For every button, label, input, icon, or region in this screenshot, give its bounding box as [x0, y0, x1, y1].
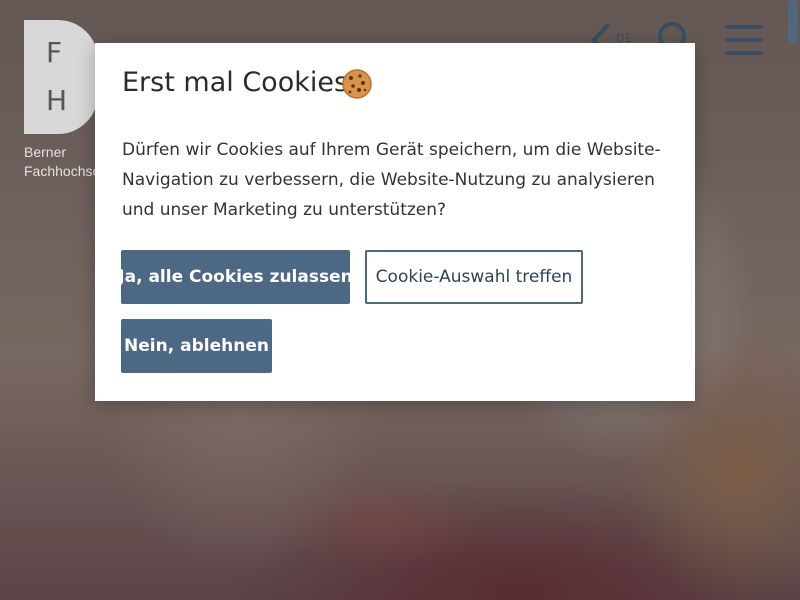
accept-all-cookies-button[interactable]: Ja, alle Cookies zulassen [118, 250, 353, 304]
cookie-icon [342, 69, 372, 99]
reject-cookies-button[interactable]: Nein, ablehnen [121, 319, 272, 373]
dialog-body-text: Dürfen wir Cookies auf Ihrem Gerät speic… [122, 140, 661, 220]
logo-text-line1: Berner [24, 144, 67, 160]
logo-letter-h: H [46, 84, 68, 117]
cookie-selection-button[interactable]: Cookie-Auswahl treffen [365, 250, 583, 304]
cookie-consent-dialog: Erst mal Cookies Dürfen wir Cookies auf … [95, 43, 695, 401]
logo-text-line2: Fachhochschule [24, 163, 104, 179]
menu-button[interactable] [724, 22, 764, 58]
scrollbar-thumb[interactable] [788, 0, 798, 44]
logo-letter-f: F [46, 36, 63, 69]
hamburger-menu-icon [725, 25, 763, 55]
logo-text: Berner Fachhochschule [24, 143, 104, 181]
dialog-title: Erst mal Cookies [122, 67, 349, 98]
